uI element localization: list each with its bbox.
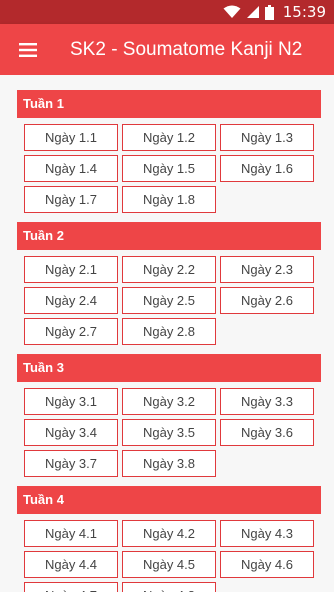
day-button[interactable]: Ngày 3.1 [24,388,118,415]
day-button[interactable]: Ngày 4.5 [122,551,216,578]
week-header: Tuần 2 [17,222,321,250]
day-button[interactable]: Ngày 3.6 [220,419,314,446]
signal-icon [246,5,260,19]
day-button[interactable]: Ngày 4.2 [122,520,216,547]
battery-icon [264,4,274,20]
day-button[interactable]: Ngày 4.1 [24,520,118,547]
status-icons: 15:39 [223,3,326,21]
week-header: Tuần 1 [17,90,321,118]
day-button[interactable]: Ngày 3.8 [122,450,216,477]
week-header: Tuần 3 [17,354,321,382]
day-button[interactable]: Ngày 3.3 [220,388,314,415]
day-button[interactable]: Ngày 1.5 [122,155,216,182]
week-section: Tuần 1 Ngày 1.1 Ngày 1.2 Ngày 1.3 Ngày 1… [17,90,321,213]
day-button[interactable]: Ngày 1.7 [24,186,118,213]
day-button[interactable]: Ngày 2.1 [24,256,118,283]
day-button[interactable]: Ngày 1.8 [122,186,216,213]
week-list[interactable]: Tuần 1 Ngày 1.1 Ngày 1.2 Ngày 1.3 Ngày 1… [0,75,334,592]
day-button[interactable]: Ngày 2.3 [220,256,314,283]
day-button[interactable]: Ngày 3.4 [24,419,118,446]
day-button[interactable]: Ngày 4.7 [24,582,118,592]
day-button[interactable]: Ngày 2.5 [122,287,216,314]
day-button[interactable]: Ngày 2.8 [122,318,216,345]
day-button[interactable]: Ngày 4.6 [220,551,314,578]
day-button[interactable]: Ngày 2.2 [122,256,216,283]
day-button[interactable]: Ngày 1.4 [24,155,118,182]
day-button[interactable]: Ngày 4.8 [122,582,216,592]
day-button[interactable]: Ngày 1.6 [220,155,314,182]
day-grid: Ngày 1.1 Ngày 1.2 Ngày 1.3 Ngày 1.4 Ngày… [17,124,321,213]
app-bar: SK2 - Soumatome Kanji N2 [0,24,334,75]
day-button[interactable]: Ngày 4.3 [220,520,314,547]
status-bar: 15:39 [0,0,334,24]
wifi-icon [223,5,241,19]
status-time: 15:39 [282,3,326,21]
day-grid: Ngày 2.1 Ngày 2.2 Ngày 2.3 Ngày 2.4 Ngày… [17,256,321,345]
day-grid: Ngày 3.1 Ngày 3.2 Ngày 3.3 Ngày 3.4 Ngày… [17,388,321,477]
day-button[interactable]: Ngày 3.5 [122,419,216,446]
day-button[interactable]: Ngày 1.1 [24,124,118,151]
day-button[interactable]: Ngày 3.7 [24,450,118,477]
week-header: Tuần 4 [17,486,321,514]
week-section: Tuần 3 Ngày 3.1 Ngày 3.2 Ngày 3.3 Ngày 3… [17,354,321,477]
day-grid: Ngày 4.1 Ngày 4.2 Ngày 4.3 Ngày 4.4 Ngày… [17,520,321,592]
day-button[interactable]: Ngày 1.2 [122,124,216,151]
app-title: SK2 - Soumatome Kanji N2 [70,38,303,60]
day-button[interactable]: Ngày 4.4 [24,551,118,578]
day-button[interactable]: Ngày 1.3 [220,124,314,151]
day-button[interactable]: Ngày 3.2 [122,388,216,415]
week-section: Tuần 4 Ngày 4.1 Ngày 4.2 Ngày 4.3 Ngày 4… [17,486,321,592]
week-section: Tuần 2 Ngày 2.1 Ngày 2.2 Ngày 2.3 Ngày 2… [17,222,321,345]
hamburger-menu-icon[interactable] [0,24,56,75]
day-button[interactable]: Ngày 2.7 [24,318,118,345]
day-button[interactable]: Ngày 2.6 [220,287,314,314]
day-button[interactable]: Ngày 2.4 [24,287,118,314]
